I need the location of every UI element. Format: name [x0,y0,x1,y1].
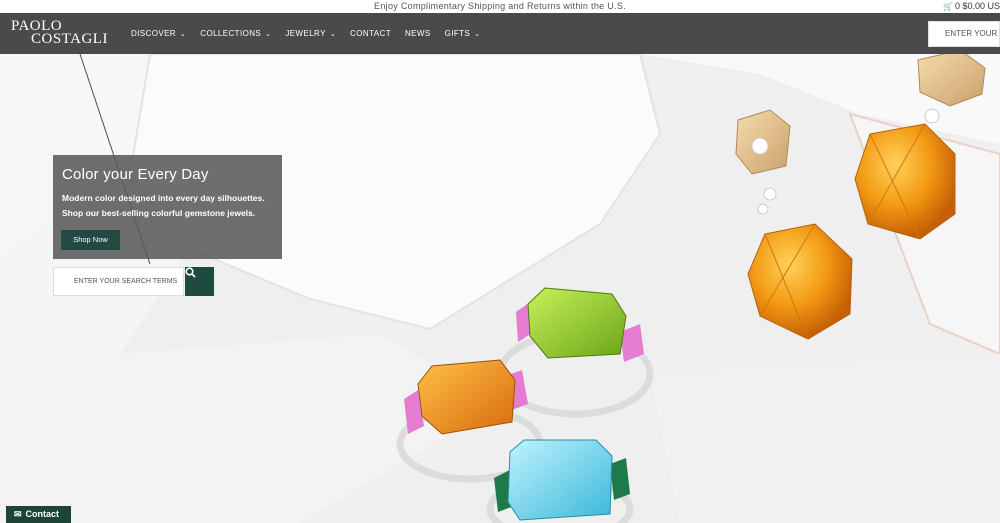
chevron-down-icon: ⌄ [180,30,187,38]
nav-item-discover[interactable]: DISCOVER ⌄ [131,29,186,38]
cart-total: $0.00 US [962,1,1000,11]
nav-item-jewelry[interactable]: JEWELRY ⌄ [285,29,336,38]
announcement-text: Enjoy Complimentary Shipping and Returns… [374,1,626,11]
nav-label: NEWS [404,29,431,38]
hero-banner: Color your Every Day Modern color design… [0,54,1000,523]
contact-tab-label: Contact [25,509,60,519]
hero-search-input[interactable]: ENTER YOUR SEARCH TERMS [53,267,184,296]
cart-icon: 🛒 [942,2,953,11]
nav-item-gifts[interactable]: GIFTS ⌄ [445,29,481,38]
promo-subtitle: Modern color designed into every day sil… [62,193,265,218]
nav-label: COLLECTIONS [200,29,262,38]
search-icon [185,267,196,278]
logo-line-2: COSTAGLI [31,31,108,47]
main-navigation: PAOLO COSTAGLI DISCOVER ⌄ COLLECTIONS ⌄ JE… [0,13,1000,54]
chevron-down-icon: ⌄ [329,30,337,38]
nav-item-collections[interactable]: COLLECTIONS ⌄ [200,29,271,38]
nav-label: JEWELRY [285,29,326,38]
chevron-down-icon: ⌄ [265,30,272,38]
cart-count: 0 [954,1,960,11]
nav-label: DISCOVER [131,29,176,38]
promo-panel: Color your Every Day Modern color design… [53,155,282,259]
shop-now-button[interactable]: Shop Now [61,230,120,250]
hero-search-button[interactable] [185,267,214,296]
brand-logo[interactable]: PAOLO COSTAGLI [11,17,113,51]
nav-item-news[interactable]: NEWS [405,29,431,38]
nav-item-contact[interactable]: CONTACT [350,29,391,38]
envelope-icon: ✉ [14,509,22,519]
contact-tab[interactable]: ✉ Contact [6,506,71,523]
nav-menu: DISCOVER ⌄ COLLECTIONS ⌄ JEWELRY ⌄ CONTACT … [131,13,494,54]
nav-label: GIFTS [444,29,471,38]
nav-search-input[interactable]: ENTER YOUR SE [928,21,1000,47]
announcement-bar: Enjoy Complimentary Shipping and Returns… [0,0,1000,13]
nav-label: CONTACT [350,29,391,38]
cart-link[interactable]: 🛒 0 $0.00 US [943,0,1000,13]
chevron-down-icon: ⌄ [474,30,481,38]
promo-title: Color your Every Day [62,166,209,183]
